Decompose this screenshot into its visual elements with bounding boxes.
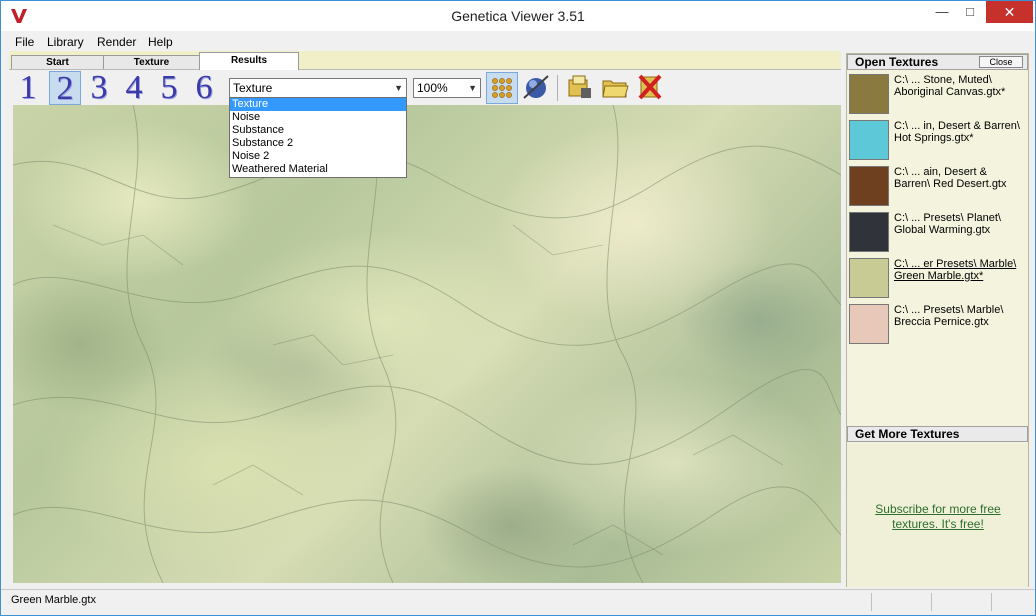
texture-item-label: C:\ ... Presets\ Marble\ Breccia Pernice… — [894, 304, 1004, 328]
chevron-down-icon: ▼ — [468, 83, 477, 93]
texture-thumbnail — [849, 258, 889, 298]
open-folder-button[interactable] — [600, 72, 632, 104]
tab-strip: Start Texture Results — [9, 51, 841, 70]
minimize-button[interactable]: — — [931, 1, 953, 23]
close-texture-button[interactable]: Close — [979, 56, 1023, 68]
tile-preview-button[interactable] — [486, 72, 518, 104]
dropdown-option-substance[interactable]: Substance — [230, 124, 406, 137]
texture-thumbnail — [849, 212, 889, 252]
channel-select[interactable]: Texture ▼ — [229, 78, 407, 98]
toolbar: 1 2 3 4 5 6 Texture ▼ 100% ▼ — [9, 69, 841, 106]
channel-dropdown-list: Texture Noise Substance Substance 2 Nois… — [229, 97, 407, 178]
delete-texture-button[interactable] — [635, 72, 667, 104]
status-filename: Green Marble.gtx — [11, 594, 96, 606]
channel-select-value: Texture — [233, 81, 273, 95]
menu-render[interactable]: Render — [97, 35, 136, 49]
maximize-button[interactable]: □ — [959, 1, 981, 23]
delete-icon — [638, 74, 662, 100]
texture-preview[interactable] — [13, 105, 841, 583]
result-slot-6-button[interactable]: 6 — [188, 71, 220, 105]
texture-item-aboriginal-canvas[interactable]: C:\ ... Stone, Muted\ Aboriginal Canvas.… — [847, 72, 1028, 116]
result-slot-4-button[interactable]: 4 — [118, 71, 150, 105]
texture-item-label: C:\ ... in, Desert & Barren\ Hot Springs… — [894, 120, 1020, 144]
subscribe-link[interactable]: Subscribe for more free textures. It's f… — [857, 502, 1019, 532]
dropdown-option-noise-2[interactable]: Noise 2 — [230, 150, 406, 163]
chevron-down-icon: ▼ — [394, 83, 403, 93]
status-bar: Green Marble.gtx — [1, 589, 1035, 615]
menu-help[interactable]: Help — [148, 35, 173, 49]
texture-thumbnail — [849, 120, 889, 160]
result-slot-3-button[interactable]: 3 — [83, 71, 115, 105]
status-divider — [991, 593, 992, 611]
dropdown-option-noise[interactable]: Noise — [230, 111, 406, 124]
texture-item-green-marble[interactable]: C:\ ... er Presets\ Marble\ Green Marble… — [847, 256, 1028, 300]
dropdown-option-substance-2[interactable]: Substance 2 — [230, 137, 406, 150]
tab-start[interactable]: Start — [11, 55, 104, 69]
save-texture-button[interactable] — [565, 72, 597, 104]
menu-file[interactable]: File — [15, 35, 34, 49]
get-more-textures-panel: Get More Textures Subscribe for more fre… — [847, 426, 1028, 587]
texture-item-hot-springs[interactable]: C:\ ... in, Desert & Barren\ Hot Springs… — [847, 118, 1028, 162]
window-title: Genetica Viewer 3.51 — [451, 8, 585, 24]
menu-library[interactable]: Library — [47, 35, 84, 49]
texture-item-label: C:\ ... er Presets\ Marble\ Green Marble… — [894, 258, 1017, 282]
save-texture-icon — [568, 75, 591, 98]
zoom-select-value: 100% — [417, 81, 448, 95]
sphere-preview-button[interactable] — [521, 72, 553, 104]
zoom-select[interactable]: 100% ▼ — [413, 78, 481, 98]
open-textures-header: Open Textures Close — [847, 54, 1028, 70]
texture-thumbnail — [849, 74, 889, 114]
result-slot-1-button[interactable]: 1 — [12, 71, 44, 105]
texture-item-label: C:\ ... Presets\ Planet\ Global Warming.… — [894, 212, 1001, 236]
close-window-button[interactable]: ✕ — [986, 1, 1033, 23]
result-slot-5-button[interactable]: 5 — [153, 71, 185, 105]
get-more-textures-header: Get More Textures — [847, 426, 1028, 442]
status-divider — [931, 593, 932, 611]
dropdown-option-weathered-material[interactable]: Weathered Material — [230, 163, 406, 176]
texture-item-red-desert[interactable]: C:\ ... ain, Desert & Barren\ Red Desert… — [847, 164, 1028, 208]
title-bar[interactable]: Genetica Viewer 3.51 — □ ✕ — [1, 1, 1035, 31]
marble-veins-overlay — [13, 105, 841, 583]
tile-grid-icon — [492, 78, 512, 98]
status-divider — [871, 593, 872, 611]
dropdown-option-texture[interactable]: Texture — [230, 98, 406, 111]
open-textures-title: Open Textures — [855, 55, 939, 69]
app-window: Genetica Viewer 3.51 — □ ✕ File Library … — [0, 0, 1036, 616]
texture-item-label: C:\ ... ain, Desert & Barren\ Red Desert… — [894, 166, 1007, 190]
texture-item-label: C:\ ... Stone, Muted\ Aboriginal Canvas.… — [894, 74, 1006, 98]
tab-texture[interactable]: Texture — [103, 55, 200, 69]
result-slot-2-button[interactable]: 2 — [49, 71, 81, 106]
toolbar-separator — [557, 75, 558, 101]
texture-thumbnail — [849, 304, 889, 344]
open-folder-icon — [602, 80, 629, 98]
sphere-preview-icon — [523, 75, 549, 99]
menu-bar: File Library Render Help — [1, 32, 1035, 51]
tab-results[interactable]: Results — [199, 52, 299, 70]
open-textures-panel: Open Textures Close C:\ ... Stone, Muted… — [846, 53, 1029, 587]
texture-thumbnail — [849, 166, 889, 206]
texture-item-global-warming[interactable]: C:\ ... Presets\ Planet\ Global Warming.… — [847, 210, 1028, 254]
texture-item-breccia-pernice[interactable]: C:\ ... Presets\ Marble\ Breccia Pernice… — [847, 302, 1028, 346]
